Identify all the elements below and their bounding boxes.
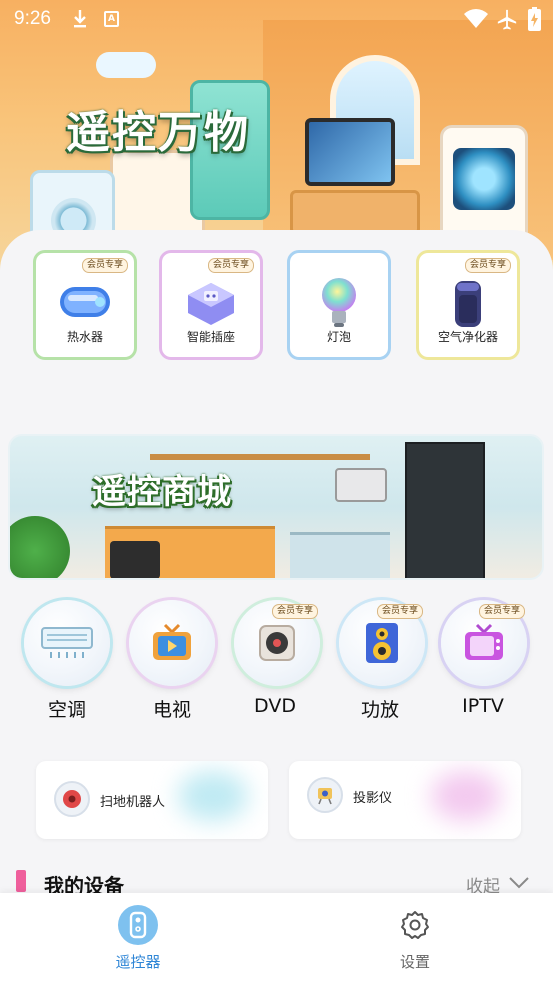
gear-icon [401, 911, 429, 939]
member-badge: 会员专享 [376, 604, 423, 619]
card-label: 空气净化器 [437, 330, 498, 344]
hero-appliance [440, 125, 528, 245]
card-label: 扫地机器人 [100, 795, 166, 810]
air-conditioner-icon [41, 627, 93, 658]
device-label: 电视 [152, 699, 191, 721]
iptv-icon [465, 623, 503, 660]
remote-icon [118, 905, 158, 945]
device-iptv[interactable]: 会员专享 [441, 600, 527, 686]
device-tv[interactable] [129, 600, 215, 686]
banner-title: 遥控商城 [92, 472, 232, 512]
robot-vacuum-icon [54, 781, 90, 817]
water-heater-icon [60, 287, 110, 317]
wifi-icon [464, 9, 488, 28]
device-label: 空调 [47, 699, 86, 721]
member-badge: 会员专享 [207, 258, 254, 273]
nav-label: 遥控器 [115, 953, 161, 971]
device-amplifier[interactable]: 会员专享 [339, 600, 425, 686]
air-purifier-icon [455, 281, 481, 327]
card-label: 智能插座 [186, 330, 235, 344]
device-air-conditioner[interactable] [24, 600, 110, 686]
card-glow [431, 771, 501, 821]
nav-remote[interactable]: 遥控器 [0, 893, 276, 983]
section-accent-bar [16, 870, 26, 892]
device-label: DVD [254, 695, 296, 717]
status-bar: 9:26 A [0, 0, 553, 40]
hero-title: 遥控万物 [66, 107, 250, 158]
smart-socket-icon [188, 283, 234, 325]
banner-oven [110, 541, 160, 578]
a-badge-icon: A [104, 11, 119, 27]
device-dvd[interactable]: 会员专享 [234, 600, 320, 686]
member-badge: 会员专享 [81, 258, 128, 273]
card-air-purifier[interactable]: 会员专享 空气净化器 [416, 250, 520, 360]
cloud-icon [96, 52, 156, 78]
shop-banner[interactable]: 遥控商城 [8, 434, 544, 580]
bottom-nav: 遥控器 设置 [0, 893, 553, 983]
banner-shelf [150, 454, 370, 460]
hero-tv-stand [290, 190, 420, 235]
hero-tv [305, 118, 395, 186]
battery-icon [528, 7, 541, 31]
member-badge: 会员专享 [464, 258, 511, 273]
banner-microwave [335, 468, 387, 502]
light-bulb-icon [322, 278, 356, 327]
card-label: 热水器 [66, 330, 103, 344]
device-label: 功放 [360, 699, 399, 721]
banner-fridge [405, 442, 485, 578]
card-light-bulb[interactable]: 灯泡 [287, 250, 391, 360]
projector-icon [307, 777, 343, 813]
member-badge: 会员专享 [478, 604, 525, 619]
card-robot-vacuum[interactable]: 扫地机器人 [36, 761, 268, 839]
nav-label: 设置 [399, 953, 430, 971]
banner-plant [10, 516, 70, 578]
card-label: 灯泡 [326, 330, 351, 344]
nav-settings[interactable]: 设置 [277, 893, 553, 983]
card-label: 投影仪 [353, 791, 393, 806]
airplane-icon [497, 9, 517, 30]
card-glow [178, 771, 248, 821]
download-icon [74, 10, 86, 28]
amplifier-icon [366, 623, 398, 663]
member-badge: 会员专享 [271, 604, 318, 619]
card-water-heater[interactable]: 会员专享 热水器 [33, 250, 137, 360]
dvd-icon [259, 625, 295, 661]
card-projector[interactable]: 投影仪 [289, 761, 521, 839]
tv-icon [153, 623, 191, 660]
banner-cabinet [290, 532, 390, 578]
card-smart-socket[interactable]: 会员专享 智能插座 [159, 250, 263, 360]
chevron-down-icon[interactable] [508, 876, 530, 890]
device-label: IPTV [462, 695, 504, 717]
status-time: 9:26 [14, 8, 51, 29]
